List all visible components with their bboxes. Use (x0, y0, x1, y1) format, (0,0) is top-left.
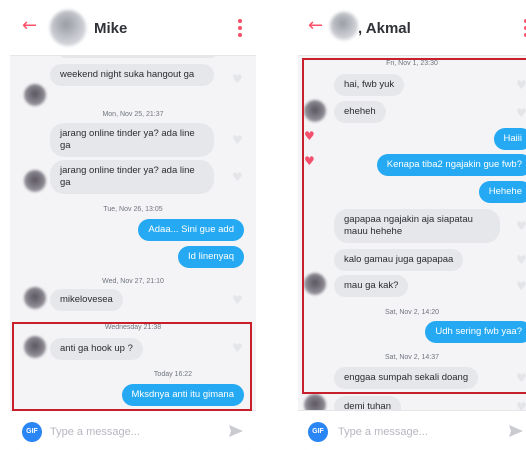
sender-avatar (304, 273, 326, 295)
timestamp: Fri, Nov 1, 23:30 (386, 60, 438, 67)
incoming-message: mikelovesea (50, 289, 123, 311)
heart-icon[interactable]: ♥ (232, 294, 244, 306)
heart-icon[interactable]: ♥ (232, 171, 244, 183)
timestamp: Sat, Nov 2, 14:37 (384, 354, 440, 361)
message-bubble-clipped (58, 56, 218, 58)
outgoing-message: Id linenyaq (178, 246, 244, 268)
chat-header: ← Mike (10, 0, 256, 56)
incoming-message: anti ga hook up ? (50, 338, 143, 360)
timestamp: Wednesday 21:38 (104, 324, 162, 331)
left-chat-screen: ← Mike weekend night suka hangout ga ♥ M… (10, 0, 256, 450)
send-icon[interactable] (508, 424, 524, 438)
incoming-message: kalo gamau juga gapapaa (334, 249, 464, 271)
outgoing-message: Haiii (493, 128, 526, 150)
incoming-message: hai, fwb yuk (334, 74, 405, 96)
incoming-message: gapapaa ngajakin aja siapatau mauu heheh… (334, 209, 500, 243)
outgoing-message: Hehehe (478, 181, 526, 203)
contact-name[interactable]: Mike (94, 20, 127, 37)
incoming-message: jarang online tinder ya? ada line ga (50, 123, 214, 157)
incoming-message: enggaa sumpah sekali doang (334, 367, 479, 389)
sender-avatar (24, 84, 46, 106)
sender-avatar (24, 336, 46, 358)
sender-avatar (24, 170, 46, 192)
incoming-message: demi tuhan (334, 396, 402, 410)
incoming-message: jarang online tinder ya? ada line ga (50, 160, 214, 194)
contact-name[interactable]: , Akmal (358, 20, 411, 37)
heart-icon[interactable]: ♥ (232, 342, 244, 354)
message-list[interactable]: weekend night suka hangout ga ♥ Mon, Nov… (10, 56, 256, 410)
timestamp: Today 16:22 (153, 371, 193, 378)
message-input[interactable] (338, 422, 488, 442)
incoming-message: mau ga kak? (334, 275, 409, 297)
heart-icon[interactable]: ♥ (232, 134, 244, 146)
heart-icon[interactable]: ♥ (516, 254, 526, 266)
sender-avatar (304, 394, 326, 410)
heart-icon[interactable]: ♥ (516, 280, 526, 292)
contact-avatar[interactable] (50, 10, 86, 46)
outgoing-message: Adaa... Sini gue add (138, 219, 244, 241)
right-chat-screen: ← , Akmal Fri, Nov 1, 23:30 hai, fwb yuk… (298, 0, 526, 450)
back-arrow-icon[interactable]: ← (22, 17, 37, 35)
heart-icon[interactable]: ♥ (304, 155, 315, 167)
chat-header: ← , Akmal (298, 0, 526, 56)
heart-icon[interactable]: ♥ (516, 79, 526, 91)
heart-icon[interactable]: ♥ (232, 73, 244, 85)
kebab-menu-icon[interactable] (238, 19, 242, 37)
contact-avatar[interactable] (330, 12, 358, 40)
message-input-bar: GIF (298, 410, 526, 450)
message-input-bar: GIF (10, 410, 256, 450)
incoming-message: weekend night suka hangout ga (50, 64, 214, 86)
timestamp: Tue, Nov 26, 13:05 (103, 206, 163, 213)
timestamp: Wed, Nov 27, 21:10 (102, 278, 164, 285)
message-list[interactable]: Fri, Nov 1, 23:30 hai, fwb yuk ♥ eheheh … (298, 56, 526, 410)
sender-avatar (304, 100, 326, 122)
heart-icon[interactable]: ♥ (516, 372, 526, 384)
outgoing-message: Mksdnya anti itu gimana (121, 384, 244, 406)
gif-icon[interactable]: GIF (22, 422, 42, 442)
gif-icon[interactable]: GIF (308, 422, 328, 442)
heart-icon[interactable]: ♥ (516, 401, 526, 410)
heart-icon[interactable]: ♥ (516, 107, 526, 119)
outgoing-message: Udh sering fwb yaa? (425, 321, 526, 343)
send-icon[interactable] (228, 424, 244, 438)
timestamp: Mon, Nov 25, 21:37 (102, 111, 164, 118)
message-input[interactable] (50, 422, 200, 442)
outgoing-message: Kenapa tiba2 ngajakin gue fwb? (376, 154, 526, 176)
back-arrow-icon[interactable]: ← (308, 17, 323, 35)
sender-avatar (24, 287, 46, 309)
incoming-message: eheheh (334, 101, 386, 123)
heart-icon[interactable]: ♥ (304, 130, 315, 142)
heart-icon[interactable]: ♥ (516, 220, 526, 232)
timestamp: Sat, Nov 2, 14:20 (384, 309, 440, 316)
